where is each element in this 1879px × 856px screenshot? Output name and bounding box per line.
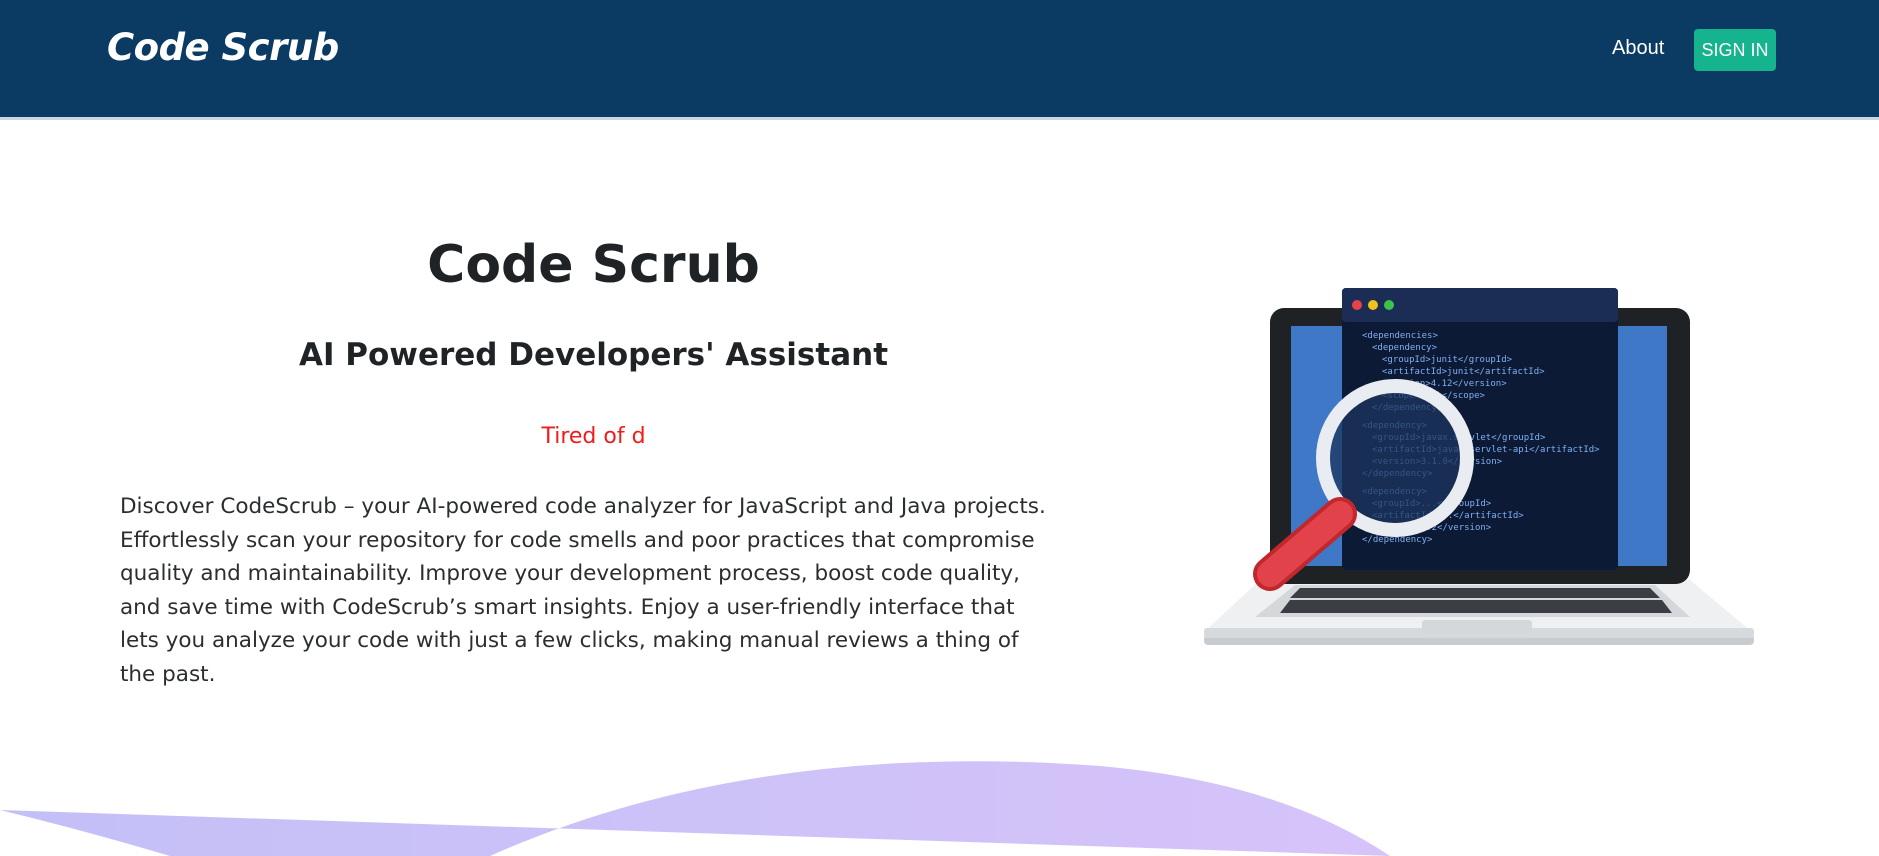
hero-subtitle: AI Powered Developers' Assistant [298, 337, 889, 373]
decorative-wave [0, 761, 1390, 856]
brand-logo[interactable]: Code Scrub [107, 26, 339, 69]
code-line: <groupId>junit</groupId> [1382, 355, 1513, 365]
typing-text: Tired of d [541, 424, 646, 449]
code-line: <dependency> [1372, 343, 1438, 353]
top-navbar: Code Scrub About SIGN IN [0, 0, 1879, 117]
hero-title: Code Scrub [427, 235, 760, 295]
laptop-magnifier-illustration: <dependencies> <dependency> <groupId>junit… [1204, 288, 1754, 645]
code-line: <dependencies> [1362, 331, 1438, 341]
nav-about-link[interactable]: About [1612, 37, 1664, 60]
code-line: <artifactId>junit</artifactId> [1382, 367, 1545, 377]
sign-in-button[interactable]: SIGN IN [1694, 29, 1776, 71]
hero-description: Discover CodeScrub – your AI-powered cod… [120, 494, 1046, 687]
